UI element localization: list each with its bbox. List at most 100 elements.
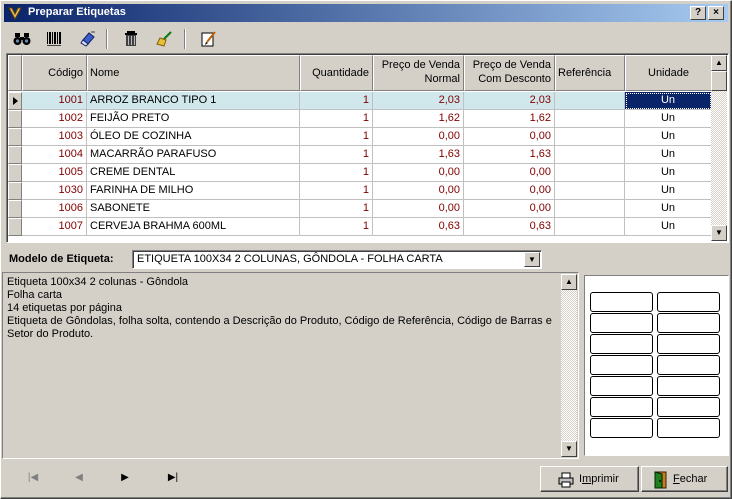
cell-preco-desconto[interactable]: 2,03 xyxy=(464,92,555,110)
header-nome[interactable]: Nome xyxy=(87,55,300,91)
barcode-icon xyxy=(47,32,61,46)
cell-quantidade[interactable]: 1 xyxy=(300,128,373,146)
cell-codigo[interactable]: 1030 xyxy=(22,182,87,200)
scroll-thumb[interactable] xyxy=(711,71,727,91)
cell-preco-normal[interactable]: 1,63 xyxy=(373,146,464,164)
cell-codigo[interactable]: 1001 xyxy=(22,92,87,110)
imprimir-button[interactable]: Imprimir xyxy=(540,466,639,492)
cell-referencia[interactable] xyxy=(555,146,625,164)
cell-unidade[interactable]: Un xyxy=(625,110,712,128)
help-button[interactable]: ? xyxy=(690,6,706,20)
edit-button[interactable] xyxy=(197,27,221,51)
cell-referencia[interactable] xyxy=(555,110,625,128)
cell-quantidade[interactable]: 1 xyxy=(300,110,373,128)
products-grid[interactable]: Código Nome Quantidade Preço de Venda No… xyxy=(6,53,729,243)
cell-preco-desconto[interactable]: 0,00 xyxy=(464,200,555,218)
cell-nome[interactable]: ARROZ BRANCO TIPO 1 xyxy=(87,92,300,110)
cell-referencia[interactable] xyxy=(555,164,625,182)
grid-scrollbar[interactable]: ▲ ▼ xyxy=(711,55,727,241)
cell-nome[interactable]: CERVEJA BRAHMA 600ML xyxy=(87,218,300,236)
cell-quantidade[interactable]: 1 xyxy=(300,146,373,164)
model-description[interactable]: Etiqueta 100x34 2 colunas - Gôndola Folh… xyxy=(2,272,579,459)
last-record-button[interactable]: ▶| xyxy=(163,470,183,486)
scroll-down-button[interactable]: ▼ xyxy=(711,225,727,241)
cell-nome[interactable]: FARINHA DE MILHO xyxy=(87,182,300,200)
cell-codigo[interactable]: 1003 xyxy=(22,128,87,146)
cell-codigo[interactable]: 1005 xyxy=(22,164,87,182)
scroll-up-button[interactable]: ▲ xyxy=(561,274,577,290)
row-indicator[interactable] xyxy=(8,218,22,236)
cell-nome[interactable]: SABONETE xyxy=(87,200,300,218)
clear-button[interactable] xyxy=(153,27,177,51)
cell-nome[interactable]: MACARRÃO PARAFUSO xyxy=(87,146,300,164)
close-window-button[interactable]: × xyxy=(708,6,724,20)
row-indicator[interactable] xyxy=(8,128,22,146)
cell-preco-normal[interactable]: 0,00 xyxy=(373,182,464,200)
cell-unidade[interactable]: Un xyxy=(625,128,712,146)
row-indicator[interactable] xyxy=(8,200,22,218)
cell-preco-desconto[interactable]: 0,63 xyxy=(464,218,555,236)
cell-referencia[interactable] xyxy=(555,200,625,218)
header-referencia[interactable]: Referência xyxy=(555,55,625,91)
cell-preco-normal[interactable]: 1,62 xyxy=(373,110,464,128)
cell-codigo[interactable]: 1002 xyxy=(22,110,87,128)
preparar-etiquetas-window: Preparar Etiquetas ? × Código Nome Quant… xyxy=(0,0,732,499)
header-preco-desconto[interactable]: Preço de Venda Com Desconto xyxy=(464,55,555,91)
row-indicator[interactable] xyxy=(8,92,22,110)
cell-unidade[interactable]: Un xyxy=(625,92,712,110)
description-line: Folha carta xyxy=(7,289,63,301)
cell-quantidade[interactable]: 1 xyxy=(300,92,373,110)
cell-quantidade[interactable]: 1 xyxy=(300,182,373,200)
cell-preco-desconto[interactable]: 0,00 xyxy=(464,128,555,146)
search-button[interactable] xyxy=(10,27,34,51)
cell-nome[interactable]: ÓLEO DE COZINHA xyxy=(87,128,300,146)
cell-preco-desconto[interactable]: 0,00 xyxy=(464,182,555,200)
cell-nome[interactable]: FEIJÃO PRETO xyxy=(87,110,300,128)
cell-preco-normal[interactable]: 0,00 xyxy=(373,200,464,218)
scroll-down-button[interactable]: ▼ xyxy=(561,441,577,457)
cell-preco-desconto[interactable]: 1,63 xyxy=(464,146,555,164)
cell-preco-normal[interactable]: 0,00 xyxy=(373,164,464,182)
delete-button[interactable] xyxy=(119,27,143,51)
cell-nome[interactable]: CREME DENTAL xyxy=(87,164,300,182)
cell-referencia[interactable] xyxy=(555,182,625,200)
cell-preco-desconto[interactable]: 0,00 xyxy=(464,164,555,182)
row-indicator[interactable] xyxy=(8,110,22,128)
cell-unidade[interactable]: Un xyxy=(625,200,712,218)
row-indicator[interactable] xyxy=(8,164,22,182)
cell-quantidade[interactable]: 1 xyxy=(300,218,373,236)
header-codigo[interactable]: Código xyxy=(22,55,87,91)
cell-referencia[interactable] xyxy=(555,218,625,236)
description-scrollbar[interactable]: ▲ ▼ xyxy=(561,274,577,457)
cell-preco-normal[interactable]: 0,00 xyxy=(373,128,464,146)
fechar-button[interactable]: Fechar xyxy=(641,466,728,492)
cell-unidade[interactable]: Un xyxy=(625,218,712,236)
cell-preco-desconto[interactable]: 1,62 xyxy=(464,110,555,128)
row-indicator[interactable] xyxy=(8,146,22,164)
model-select[interactable]: ETIQUETA 100X34 2 COLUNAS, GÔNDOLA - FOL… xyxy=(132,250,542,269)
cell-quantidade[interactable]: 1 xyxy=(300,200,373,218)
cell-preco-normal[interactable]: 2,03 xyxy=(373,92,464,110)
header-unidade[interactable]: Unidade xyxy=(625,55,712,91)
scroll-up-button[interactable]: ▲ xyxy=(711,55,727,71)
cell-referencia[interactable] xyxy=(555,128,625,146)
eraser-button[interactable] xyxy=(76,27,100,51)
cell-quantidade[interactable]: 1 xyxy=(300,164,373,182)
barcode-button[interactable] xyxy=(42,27,66,51)
cell-codigo[interactable]: 1004 xyxy=(22,146,87,164)
cell-unidade[interactable]: Un xyxy=(625,164,712,182)
header-quantidade[interactable]: Quantidade xyxy=(300,55,373,91)
prev-record-button[interactable]: ◀ xyxy=(69,470,89,486)
header-preco-normal[interactable]: Preço de Venda Normal xyxy=(373,55,464,91)
cell-preco-normal[interactable]: 0,63 xyxy=(373,218,464,236)
cell-unidade[interactable]: Un xyxy=(625,146,712,164)
header-preco-desconto-line2: Com Desconto xyxy=(478,73,551,85)
first-record-button[interactable]: |◀ xyxy=(23,470,43,486)
cell-unidade[interactable]: Un xyxy=(625,182,712,200)
next-record-button[interactable]: ▶ xyxy=(115,470,135,486)
cell-codigo[interactable]: 1007 xyxy=(22,218,87,236)
chevron-down-icon[interactable]: ▼ xyxy=(524,252,540,267)
row-indicator[interactable] xyxy=(8,182,22,200)
cell-codigo[interactable]: 1006 xyxy=(22,200,87,218)
cell-referencia[interactable] xyxy=(555,92,625,110)
